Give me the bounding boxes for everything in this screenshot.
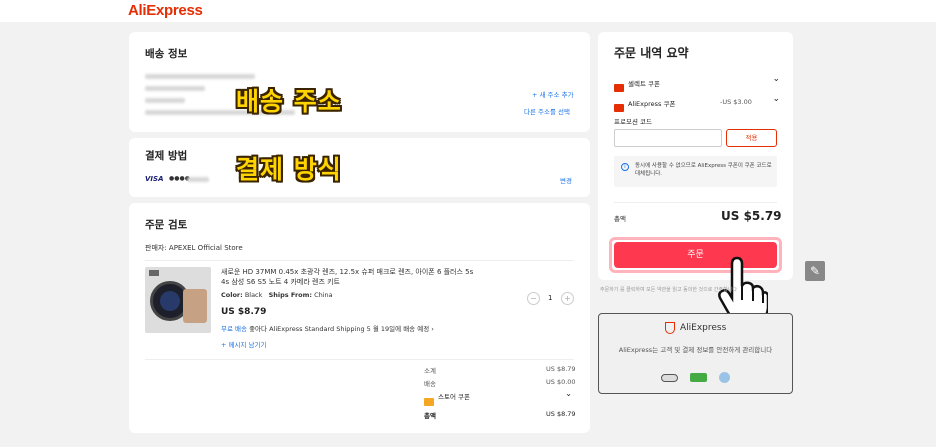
order-summary-title: 주문 내역 요약: [614, 46, 689, 60]
trust-card: AliExpress AliExpress는 고객 및 결제 정보를 안전하게 …: [598, 313, 793, 394]
visa-label: VISA: [145, 175, 164, 183]
chevron-down-icon: ⌄: [565, 389, 572, 398]
shipping-cost-value: US $0.00: [546, 378, 576, 386]
ae-coupon-label: AliExpress 쿠폰: [628, 100, 676, 108]
quantity-stepper: − 1 +: [527, 292, 575, 306]
shipping-info[interactable]: 무료 배송 좋아다 AliExpress Standard Shipping 5…: [221, 323, 434, 333]
review-card: 주문 검토 판매자: APEXEL Official Store 새로운 HD …: [129, 203, 590, 433]
total-divider: [614, 202, 777, 203]
summary-divider: [145, 359, 574, 360]
order-total-label: 총액: [614, 215, 626, 223]
chevron-right-icon: ›: [431, 325, 434, 333]
product-image[interactable]: [145, 267, 211, 333]
shipping-card: 배송 정보 + 새 주소 추가 다른 주소를 선택: [129, 32, 590, 132]
seller-name[interactable]: 판매자: APEXEL Official Store: [145, 243, 243, 253]
review-total-value: US $8.79: [546, 410, 576, 418]
address-line-3: [145, 98, 185, 103]
coupon-badge-icon: [424, 397, 434, 406]
product-variant: Color: Black Ships From: China: [221, 291, 333, 299]
ships-from-value: China: [314, 291, 333, 299]
color-value: Black: [244, 291, 263, 299]
apply-button[interactable]: 적용: [726, 129, 777, 147]
top-bar: AliExpress: [0, 0, 936, 22]
payment-card: 결제 방법 VISA ●●●● 변경: [129, 138, 590, 197]
promo-code-input[interactable]: [614, 129, 722, 147]
trust-brand: AliExpress: [680, 323, 727, 333]
subtotal-label: 소계: [424, 367, 436, 375]
change-payment-link[interactable]: 변경: [560, 175, 572, 185]
review-title: 주문 검토: [145, 219, 188, 231]
card-number-blur: [187, 177, 209, 182]
shipping-title: 배송 정보: [145, 48, 188, 60]
divider: [145, 260, 574, 261]
chevron-down-icon: ⌄: [772, 74, 780, 84]
verified-icon: [719, 372, 730, 383]
overlay-shipping-address: 배송 주소: [236, 87, 342, 116]
product-price: US $8.79: [221, 307, 267, 317]
add-address-link[interactable]: + 새 주소 추가: [532, 89, 574, 99]
ae-coupon-icon: [614, 103, 624, 112]
ships-from-label: Ships From:: [268, 291, 312, 299]
trust-text: AliExpress는 고객 및 결제 정보를 안전하게 관리합니다: [618, 346, 773, 354]
color-label: Color:: [221, 291, 243, 299]
product-name[interactable]: 새로운 HD 37MM 0.45x 초광각 렌즈, 12.5x 슈퍼 매크로 렌…: [221, 267, 481, 287]
leave-message-link[interactable]: + 메시지 남기기: [221, 339, 266, 349]
aliexpress-coupon-row[interactable]: AliExpress 쿠폰 -US $3.00 ⌄: [614, 94, 780, 112]
select-coupon-label: 셀렉트 쿠폰: [628, 80, 660, 88]
coupon-notice: i 동시에 사용할 수 없으므로 AliExpress 쿠폰이 쿠폰 코드로 대…: [614, 156, 777, 187]
coupon-notice-text: 동시에 사용할 수 없으므로 AliExpress 쿠폰이 쿠폰 코드로 대체됩…: [635, 163, 772, 177]
qty-plus-button[interactable]: +: [561, 292, 574, 305]
address-line-2: [145, 86, 205, 91]
overlay-payment-method: 결제 방식: [236, 155, 342, 184]
free-shipping-label: 무료 배송: [221, 325, 247, 333]
order-total-value: US $5.79: [721, 209, 782, 223]
info-icon: i: [621, 163, 629, 171]
store-coupon-row[interactable]: 스토어 쿠폰 ⌄: [424, 389, 574, 406]
ae-coupon-value: -US $3.00: [720, 98, 752, 106]
edit-icon[interactable]: ✎: [805, 261, 825, 281]
subtotal-value: US $8.79: [546, 365, 576, 373]
payment-title: 결제 방법: [145, 150, 188, 162]
chevron-down-icon: ⌄: [772, 94, 780, 104]
select-coupon-icon: [614, 83, 624, 92]
aliexpress-logo[interactable]: AliExpress: [128, 2, 203, 19]
address-line-1: [145, 74, 255, 79]
toggle-icon: [661, 374, 678, 382]
shipping-method: 좋아다 AliExpress Standard Shipping 5 월 19일…: [249, 325, 430, 333]
promo-code-label: 프로모션 코드: [614, 118, 652, 126]
review-total-label: 총액: [424, 412, 436, 420]
select-coupon-row[interactable]: 셀렉트 쿠폰 ⌄: [614, 74, 780, 92]
shield-icon: [665, 322, 675, 334]
select-other-address-link[interactable]: 다른 주소를 선택: [524, 106, 570, 116]
shipping-cost-label: 배송: [424, 380, 436, 388]
terms-text: 주문하기 를 클릭하여 모든 약관을 읽고 동의한 것으로 간주합니다: [600, 287, 737, 293]
qty-minus-button[interactable]: −: [527, 292, 540, 305]
secure-badge-icon: [690, 373, 707, 382]
store-coupon-label: 스토어 쿠폰: [438, 393, 470, 401]
qty-value[interactable]: 1: [548, 294, 552, 302]
